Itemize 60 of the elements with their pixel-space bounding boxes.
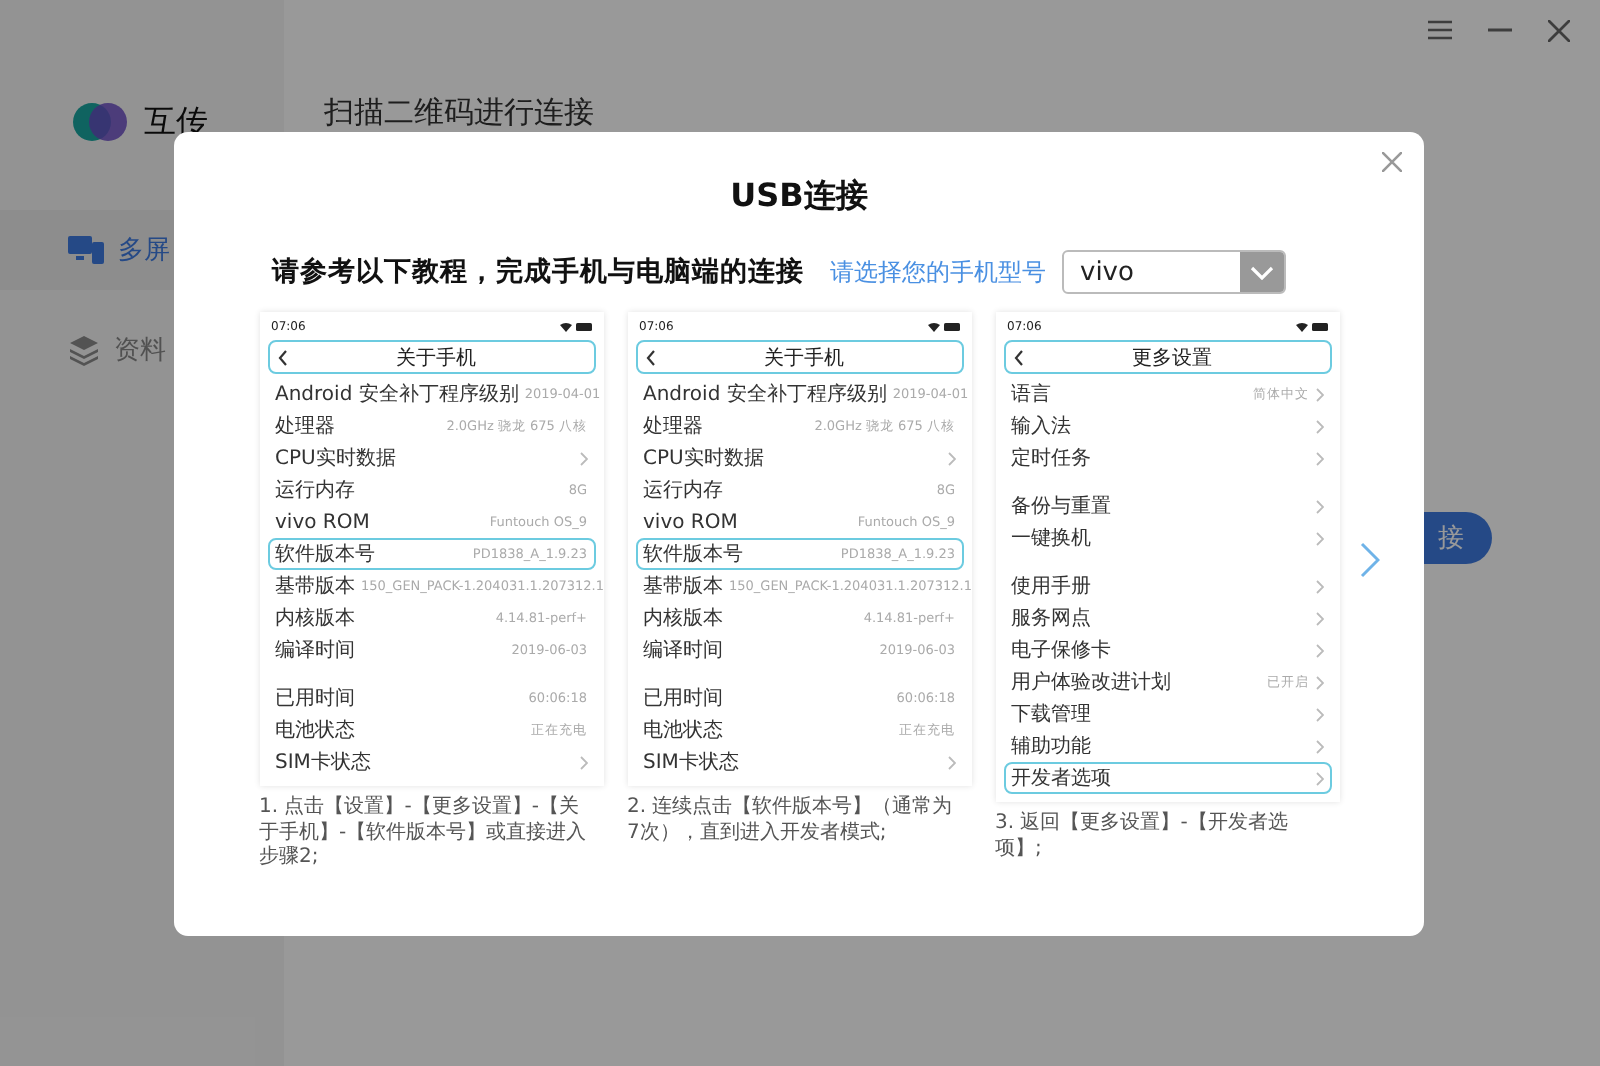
logo-icon: [72, 102, 128, 142]
setting-label: 处理器: [275, 413, 335, 440]
setting-label: 辅助功能: [1011, 733, 1091, 760]
setting-label: CPU实时数据: [275, 445, 396, 472]
setting-label: 已用时间: [275, 685, 355, 712]
setting-label: vivo ROM: [275, 511, 370, 533]
setting-label: 基带版本: [643, 573, 723, 600]
setting-label: 已用时间: [643, 685, 723, 712]
setting-label: 服务网点: [1011, 605, 1091, 632]
setting-label: vivo ROM: [643, 511, 738, 533]
dialog-title: USB连接: [730, 176, 868, 218]
setting-label: 软件版本号: [643, 541, 743, 568]
wifi-battery-icon: [1295, 321, 1327, 331]
phone-title: 更多设置: [1130, 345, 1214, 371]
setting-label: Android 安全补丁程序级别: [643, 381, 887, 408]
back-icon: [645, 349, 655, 365]
setting-label: 内核版本: [643, 605, 723, 632]
setting-label: 运行内存: [275, 477, 355, 504]
setting-label: Android 安全补丁程序级别: [275, 381, 519, 408]
setting-label: 编译时间: [275, 637, 355, 664]
devices-icon: [68, 234, 104, 266]
setting-label: 下载管理: [1011, 701, 1091, 728]
setting-label: 开发者选项: [1011, 765, 1111, 792]
setting-label: 编译时间: [643, 637, 723, 664]
setting-label: 用户体验改进计划: [1011, 669, 1171, 696]
setting-label: 定时任务: [1011, 445, 1091, 472]
setting-label: 备份与重置: [1011, 493, 1111, 520]
page-heading: 扫描二维码进行连接: [322, 92, 596, 132]
setting-label: 电池状态: [643, 717, 723, 744]
setting-label: 使用手册: [1011, 573, 1091, 600]
setting-label: 电池状态: [275, 717, 355, 744]
setting-label: SIM卡状态: [643, 749, 739, 776]
phone-title: 关于手机: [394, 345, 478, 371]
setting-label: 软件版本号: [275, 541, 375, 568]
model-select[interactable]: vivo: [1062, 250, 1286, 294]
setting-label: 处理器: [643, 413, 703, 440]
layers-icon: [68, 334, 100, 366]
step-caption: 3. 返回【更多设置】-【开发者选项】;: [995, 812, 1290, 862]
close-icon[interactable]: [1548, 19, 1570, 41]
setting-label: 输入法: [1011, 413, 1071, 440]
close-icon[interactable]: [1382, 152, 1402, 172]
step-caption: 2. 连续点击【软件版本号】（通常为7次），直到进入开发者模式;: [627, 796, 955, 846]
setting-label: 一键换机: [1011, 525, 1091, 552]
menu-icon[interactable]: [1428, 20, 1452, 40]
back-icon: [1013, 349, 1023, 365]
setting-label: 基带版本: [275, 573, 355, 600]
phone-title: 关于手机: [762, 345, 846, 371]
setting-label: 电子保修卡: [1011, 637, 1111, 664]
minimize-icon[interactable]: [1488, 28, 1512, 32]
choose-model-link[interactable]: 请选择您的手机型号: [830, 255, 1046, 289]
step-caption: 1. 点击【设置】-【更多设置】-【关于手机】-【软件版本号】或直接进入步骤2;: [259, 796, 589, 871]
back-icon: [277, 349, 287, 365]
setting-label: CPU实时数据: [643, 445, 764, 472]
wifi-battery-icon: [559, 321, 591, 331]
setting-label: 运行内存: [643, 477, 723, 504]
setting-label: 内核版本: [275, 605, 355, 632]
setting-label: 语言: [1011, 381, 1051, 408]
chevron-down-icon: [1240, 252, 1284, 292]
setting-label: SIM卡状态: [275, 749, 371, 776]
wifi-battery-icon: [927, 321, 959, 331]
